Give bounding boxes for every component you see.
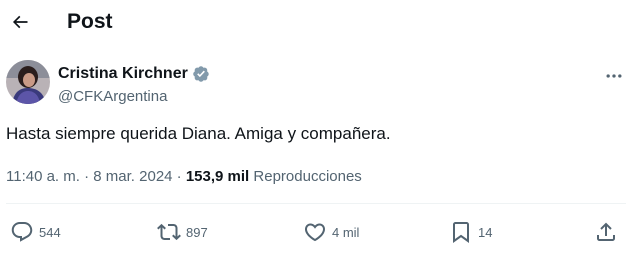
tweet-meta: 11:40 a. m. · 8 mar. 2024 · 153,9 mil Re… [6, 167, 362, 187]
author-handle[interactable]: @CFKArgentina [58, 88, 167, 106]
like-button[interactable]: 4 mil [303, 216, 359, 248]
views-count: 153,9 mil [185, 168, 250, 185]
action-bar: 544 897 4 mil 14 [0, 216, 640, 248]
reply-icon [11, 222, 33, 242]
header: Post [0, 0, 640, 44]
views-label: Reproducciones [253, 168, 362, 185]
meta-separator: · [79, 168, 94, 185]
reply-count: 544 [39, 224, 61, 240]
share-button[interactable] [594, 216, 618, 248]
repost-count: 897 [186, 224, 208, 240]
bookmark-button[interactable]: 14 [449, 216, 492, 248]
avatar[interactable] [6, 60, 50, 104]
tweet-time[interactable]: 11:40 a. m. [6, 168, 80, 185]
profile-photo-icon [6, 60, 50, 104]
like-count: 4 mil [332, 224, 360, 240]
author-name-text: Cristina Kirchner [58, 65, 188, 82]
bookmark-count: 14 [478, 224, 493, 240]
divider [6, 203, 626, 204]
tweet-text: Hasta siempre querida Diana. Amiga y com… [6, 124, 391, 143]
reply-button[interactable]: 544 [10, 216, 61, 248]
heart-icon [304, 223, 326, 242]
meta-separator-2: · [176, 168, 182, 185]
more-options-button[interactable] [600, 62, 628, 90]
page-title: Post [67, 10, 113, 33]
repost-button[interactable]: 897 [157, 216, 208, 248]
share-icon [597, 222, 615, 241]
arrow-left-icon [12, 15, 28, 29]
bookmark-icon [453, 222, 469, 243]
more-dots-icon [606, 74, 622, 78]
verified-badge-icon [193, 66, 209, 82]
tweet-date[interactable]: 8 mar. 2024 [93, 168, 172, 185]
repost-icon [157, 223, 181, 241]
author-name[interactable]: Cristina Kirchner [58, 64, 210, 84]
back-button[interactable] [6, 8, 34, 36]
